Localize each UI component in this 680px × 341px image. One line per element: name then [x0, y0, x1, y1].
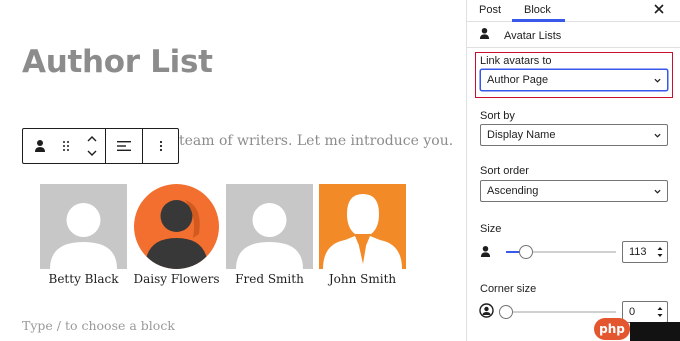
watermark-strip	[630, 322, 680, 341]
toolbar-group-more	[143, 129, 178, 163]
toolbar-group-block	[23, 129, 106, 163]
sort-order-select[interactable]: Ascending	[480, 180, 668, 202]
avatar-block-icon[interactable]	[27, 129, 53, 163]
avatar-item[interactable]: John Smith	[319, 184, 412, 286]
link-avatars-label: Link avatars to	[480, 55, 552, 67]
avatar-name: Fred Smith	[235, 272, 304, 286]
php-watermark-badge: php	[594, 318, 630, 340]
block-card: Avatar Lists	[479, 28, 561, 44]
size-label: Size	[480, 223, 502, 235]
avatar-name: John Smith	[328, 272, 397, 286]
page-title[interactable]: Author List	[22, 44, 213, 80]
avatar-item[interactable]: Betty Black	[40, 184, 133, 286]
avatar-image-daisy	[133, 184, 220, 269]
sort-by-label: Sort by	[480, 110, 515, 122]
align-left-icon[interactable]	[111, 129, 138, 163]
sort-order-value: Ascending	[487, 185, 539, 197]
avatar-list[interactable]: Betty Black Daisy Flowers Fred Smith Joh…	[40, 184, 412, 286]
link-avatars-select[interactable]: Author Page	[480, 69, 668, 91]
corner-size-value: 0	[629, 306, 636, 318]
toolbar-group-align	[106, 129, 143, 163]
close-icon[interactable]	[653, 3, 665, 18]
tab-post[interactable]: Post	[479, 4, 501, 16]
corner-size-slider-thumb[interactable]	[499, 305, 513, 319]
corner-size-number-input[interactable]: 0	[622, 301, 668, 323]
avatar-image-fred	[226, 184, 313, 269]
avatar-block-icon	[479, 27, 490, 45]
settings-sidebar: Post Block Avatar Lists Link avatars to …	[466, 0, 680, 341]
size-value: 113	[629, 246, 647, 258]
sort-by-value: Display Name	[487, 129, 556, 141]
sort-order-label: Sort order	[480, 165, 529, 177]
chevron-down-icon	[654, 189, 661, 194]
drag-handle-icon[interactable]	[53, 129, 79, 163]
corner-size-slider-track[interactable]	[506, 311, 616, 313]
active-tab-indicator	[512, 19, 565, 22]
corner-radius-icon	[479, 303, 494, 323]
corner-size-label: Corner size	[480, 283, 537, 295]
avatar-item[interactable]: Fred Smith	[226, 184, 319, 286]
spinner-arrows-icon[interactable]	[657, 305, 663, 319]
avatar-image-betty	[40, 184, 127, 269]
sort-by-select[interactable]: Display Name	[480, 124, 668, 146]
sidebar-tabs: Post Block	[467, 0, 680, 22]
size-slider-thumb[interactable]	[518, 245, 533, 259]
block-appender-placeholder[interactable]: Type / to choose a block	[22, 318, 175, 333]
intro-paragraph[interactable]: team of writers. Let me introduce you.	[179, 133, 453, 149]
link-avatars-value: Author Page	[487, 74, 549, 86]
avatar-name: Daisy Flowers	[133, 272, 220, 286]
chevron-down-icon	[654, 78, 661, 83]
tab-block[interactable]: Block	[524, 4, 551, 16]
avatar-size-icon	[480, 245, 491, 263]
avatar-image-john	[319, 184, 406, 269]
avatar-item[interactable]: Daisy Flowers	[133, 184, 226, 286]
size-control: 113	[479, 241, 669, 263]
chevron-down-icon	[654, 133, 661, 138]
editor-canvas: Author List team of writers. Let me intr…	[0, 0, 466, 341]
more-options-icon[interactable]	[147, 129, 174, 163]
corner-size-control: 0	[479, 301, 669, 323]
block-toolbar	[22, 128, 179, 164]
avatar-name: Betty Black	[48, 272, 119, 286]
spinner-arrows-icon[interactable]	[657, 245, 663, 259]
block-name: Avatar Lists	[504, 30, 562, 42]
size-number-input[interactable]: 113	[622, 241, 668, 263]
divider	[467, 47, 680, 48]
move-up-down-icon[interactable]	[79, 129, 105, 163]
